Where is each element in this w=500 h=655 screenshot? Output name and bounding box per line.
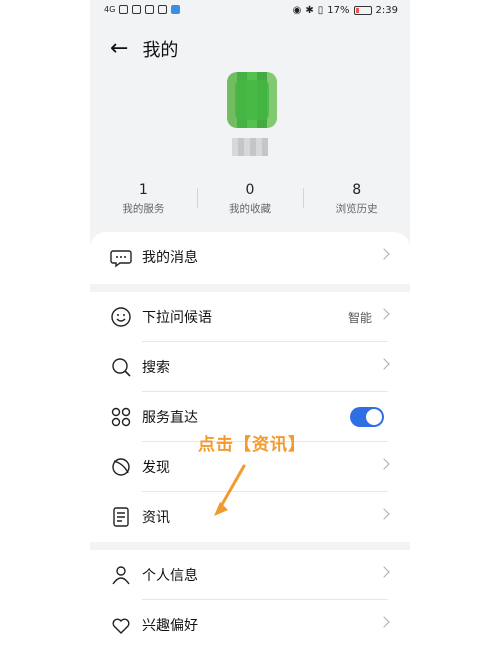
header: ← 我的 [110, 36, 178, 62]
menu-item-news[interactable]: 资讯 [90, 492, 410, 542]
chevron-right-icon [378, 616, 390, 628]
person-icon [112, 566, 130, 585]
status-left: 4G [104, 5, 181, 14]
planet-icon [112, 458, 130, 476]
menu-item-personal-info[interactable]: 个人信息 [90, 550, 410, 600]
menu-label: 下拉问候语 [142, 310, 212, 326]
avatar[interactable] [227, 72, 277, 128]
battery-icon [353, 6, 372, 15]
chevron-right-icon [378, 358, 390, 370]
profile-card: 个人信息 兴趣偏好 [90, 550, 410, 655]
menu-item-pulldown-greeting[interactable]: 下拉问候语 智能 [90, 292, 410, 342]
status-bar: 4G ◉ ✱ ▯ 17% 2:39 [90, 0, 410, 24]
menu-value: 智能 [347, 311, 372, 325]
annotation-arrow-icon [214, 464, 246, 516]
stat-browse-history[interactable]: 8 浏览历史 [303, 182, 410, 222]
chevron-right-icon [378, 458, 390, 470]
chevron-right-icon [378, 508, 390, 520]
stat-label: 我的服务 [122, 203, 165, 215]
message-bubble-icon [110, 250, 132, 268]
vibrate-icon: ▯ [317, 5, 324, 16]
menu-item-interests[interactable]: 兴趣偏好 [90, 600, 410, 650]
chevron-right-icon [378, 248, 390, 260]
menu-label: 搜索 [142, 360, 170, 376]
chevron-right-icon [378, 308, 390, 320]
signal-icon [119, 5, 129, 14]
menu-item-search[interactable]: 搜索 [90, 342, 410, 392]
wifi-icon [132, 5, 142, 14]
tutorial-annotation: 点击【资讯】 [198, 435, 306, 455]
stat-value: 1 [138, 182, 148, 198]
bluetooth-icon: ✱ [305, 5, 314, 16]
service-direct-toggle[interactable] [350, 407, 384, 427]
nickname-blurred [232, 138, 268, 156]
grid-circles-icon [111, 407, 131, 427]
menu-item-messages[interactable]: 我的消息 [90, 232, 410, 282]
menu-label: 发现 [142, 460, 170, 476]
back-arrow-icon[interactable]: ← [110, 38, 128, 60]
settings-card: 下拉问候语 智能 搜索 服务直达 发现 资讯 [90, 292, 410, 542]
network-indicator: 4G [104, 5, 116, 14]
menu-label: 资讯 [142, 510, 170, 526]
smiley-icon [111, 307, 131, 327]
phone-screen: 4G ◉ ✱ ▯ 17% 2:39 ← 我的 1 我的服务 0 我的收藏 8 浏… [90, 0, 410, 655]
stat-my-services[interactable]: 1 我的服务 [90, 182, 197, 222]
stat-value: 8 [352, 182, 362, 198]
menu-label: 兴趣偏好 [142, 618, 198, 634]
stat-my-favorites[interactable]: 0 我的收藏 [196, 182, 304, 222]
stat-value: 0 [245, 182, 255, 198]
menu-label: 我的消息 [142, 250, 198, 266]
messages-card: 我的消息 [90, 232, 410, 284]
stat-label: 我的收藏 [229, 203, 271, 215]
search-icon [112, 358, 131, 377]
battery-percent: 17% [327, 5, 350, 16]
app-notification-icon [171, 5, 181, 14]
chevron-right-icon [378, 566, 390, 578]
page-title: 我的 [142, 40, 179, 61]
wechat-icon [158, 5, 168, 14]
clock: 2:39 [375, 5, 398, 16]
battery-saver-icon [145, 5, 155, 14]
menu-label: 服务直达 [142, 410, 198, 426]
document-icon [113, 507, 129, 527]
stats-bar: 1 我的服务 0 我的收藏 8 浏览历史 [90, 182, 410, 222]
eye-icon: ◉ [292, 5, 302, 16]
heart-icon [112, 618, 130, 634]
status-right: ◉ ✱ ▯ 17% 2:39 [293, 5, 398, 16]
stat-label: 浏览历史 [335, 203, 378, 215]
menu-label: 个人信息 [142, 568, 198, 584]
